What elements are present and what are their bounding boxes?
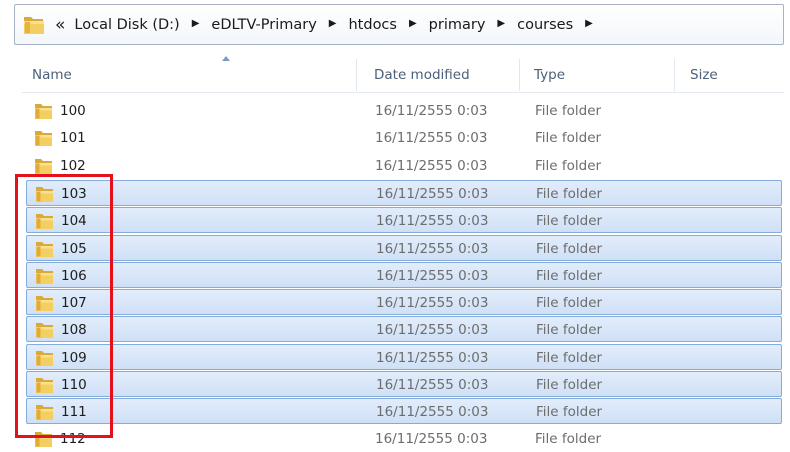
breadcrumb-separator-icon[interactable]: ▶ bbox=[329, 18, 337, 29]
list-item[interactable]: 108 16/11/2555 0:03 File folder bbox=[26, 316, 782, 343]
folder-icon bbox=[34, 157, 54, 175]
date-modified: 16/11/2555 0:03 bbox=[375, 157, 488, 174]
breadcrumb-item[interactable]: courses bbox=[515, 17, 575, 33]
date-modified: 16/11/2555 0:03 bbox=[376, 240, 489, 257]
file-type: File folder bbox=[536, 185, 603, 202]
column-size[interactable]: Size bbox=[690, 55, 718, 92]
breadcrumb-overflow-chevron[interactable]: « bbox=[55, 15, 65, 35]
sort-ascending-icon bbox=[222, 56, 230, 61]
date-modified: 16/11/2555 0:03 bbox=[375, 130, 488, 147]
date-modified: 16/11/2555 0:03 bbox=[376, 322, 489, 339]
list-item[interactable]: 107 16/11/2555 0:03 File folder bbox=[26, 289, 782, 316]
file-type: File folder bbox=[536, 377, 603, 393]
date-modified: 16/11/2555 0:03 bbox=[376, 185, 489, 202]
column-name[interactable]: Name bbox=[32, 55, 72, 92]
breadcrumb-item[interactable]: htdocs bbox=[346, 17, 398, 33]
breadcrumb-separator-icon[interactable]: ▶ bbox=[497, 18, 505, 29]
file-type: File folder bbox=[536, 322, 603, 339]
breadcrumb: Local Disk (D:) ▶ eDLTV-Primary ▶ htdocs ▶ pri… bbox=[72, 17, 602, 33]
list-item[interactable]: 100 16/11/2555 0:03 File folder bbox=[26, 98, 782, 124]
file-type: File folder bbox=[536, 213, 603, 230]
file-type: File folder bbox=[535, 157, 602, 174]
list-item[interactable]: 104 16/11/2555 0:03 File folder bbox=[26, 207, 782, 234]
folder-icon bbox=[34, 129, 54, 147]
column-divider[interactable] bbox=[356, 59, 357, 91]
list-item[interactable]: 102 16/11/2555 0:03 File folder bbox=[26, 153, 782, 179]
highlight-box bbox=[15, 174, 113, 438]
folder-icon bbox=[23, 13, 47, 37]
date-modified: 16/11/2555 0:03 bbox=[376, 295, 489, 312]
column-divider[interactable] bbox=[519, 59, 520, 91]
file-type: File folder bbox=[536, 349, 603, 366]
list-item[interactable]: 111 16/11/2555 0:03 File folder bbox=[26, 398, 782, 425]
list-item[interactable]: 106 16/11/2555 0:03 File folder bbox=[26, 261, 782, 288]
breadcrumb-item[interactable]: eDLTV-Primary bbox=[209, 17, 318, 33]
column-divider[interactable] bbox=[674, 59, 675, 91]
breadcrumb-separator-icon[interactable]: ▶ bbox=[192, 18, 200, 29]
breadcrumb-separator-icon[interactable]: ▶ bbox=[409, 18, 417, 29]
column-date-modified[interactable]: Date modified bbox=[374, 55, 470, 92]
column-header: Name Date modified Type Size bbox=[22, 55, 784, 93]
breadcrumb-item[interactable]: Local Disk (D:) bbox=[72, 17, 181, 33]
list-item[interactable]: 109 16/11/2555 0:03 File folder bbox=[26, 343, 782, 370]
list-item[interactable]: 110 16/11/2555 0:03 File folder bbox=[26, 371, 782, 397]
file-type: File folder bbox=[536, 267, 603, 284]
column-type[interactable]: Type bbox=[534, 55, 565, 92]
date-modified: 16/11/2555 0:03 bbox=[375, 430, 488, 447]
list-item[interactable]: 112 16/11/2555 0:03 File folder bbox=[26, 426, 782, 452]
file-type: File folder bbox=[535, 430, 602, 447]
address-bar[interactable]: « Local Disk (D:) ▶ eDLTV-Primary ▶ htdocs ▶ p… bbox=[14, 4, 784, 45]
file-list: 100 16/11/2555 0:03 File folder 101 16/11/25… bbox=[0, 98, 790, 450]
date-modified: 16/11/2555 0:03 bbox=[376, 404, 489, 421]
file-type: File folder bbox=[536, 240, 603, 257]
date-modified: 16/11/2555 0:03 bbox=[375, 103, 488, 119]
file-type: File folder bbox=[535, 103, 602, 119]
file-name: 101 bbox=[60, 130, 86, 147]
breadcrumb-separator-icon[interactable]: ▶ bbox=[585, 18, 593, 29]
breadcrumb-item[interactable]: primary bbox=[427, 17, 488, 33]
list-item[interactable]: 103 16/11/2555 0:03 File folder bbox=[26, 179, 782, 206]
file-name: 100 bbox=[60, 103, 86, 119]
file-type: File folder bbox=[536, 404, 603, 421]
list-item[interactable]: 101 16/11/2555 0:03 File folder bbox=[26, 125, 782, 151]
date-modified: 16/11/2555 0:03 bbox=[376, 377, 489, 393]
date-modified: 16/11/2555 0:03 bbox=[376, 267, 489, 284]
list-item[interactable]: 105 16/11/2555 0:03 File folder bbox=[26, 234, 782, 261]
date-modified: 16/11/2555 0:03 bbox=[376, 349, 489, 366]
folder-icon bbox=[34, 102, 54, 120]
date-modified: 16/11/2555 0:03 bbox=[376, 213, 489, 230]
file-type: File folder bbox=[535, 130, 602, 147]
file-type: File folder bbox=[536, 295, 603, 312]
